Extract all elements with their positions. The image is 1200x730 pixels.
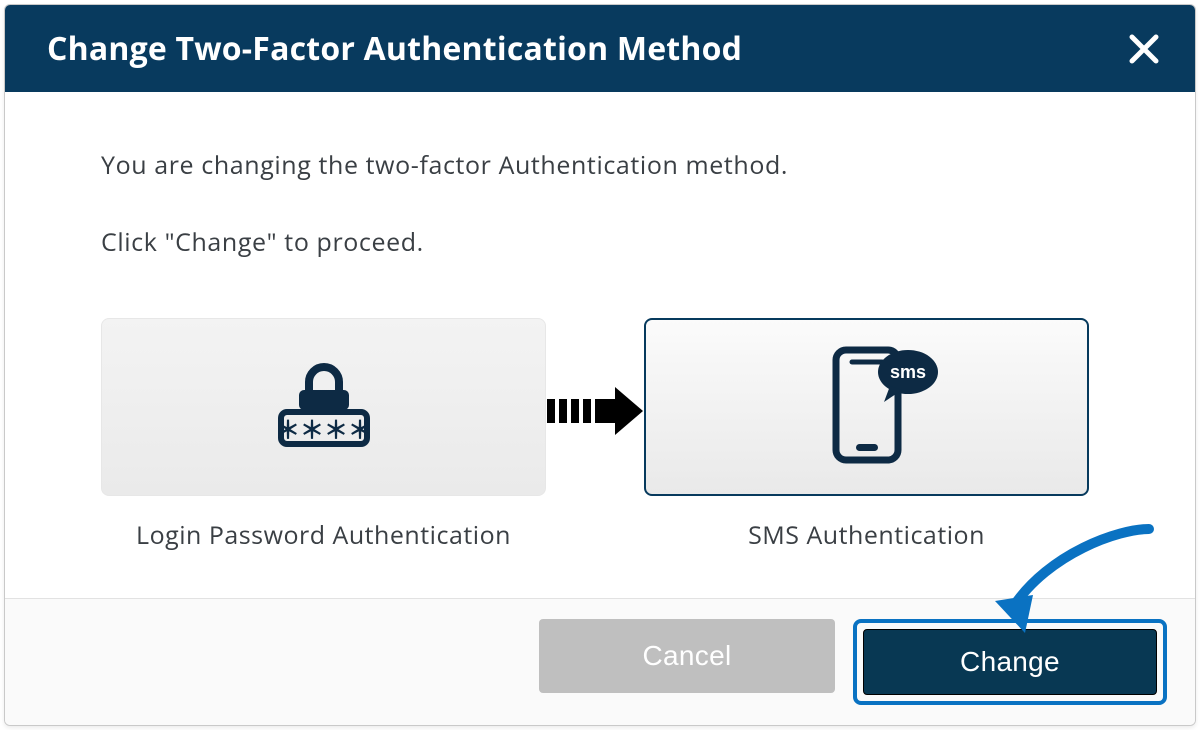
method-current-label: Login Password Authentication — [136, 518, 511, 552]
arrow-right-icon — [547, 385, 643, 442]
method-current: ＊＊＊＊ Login Password Authentication — [101, 318, 546, 552]
modal-body: You are changing the two-factor Authenti… — [5, 92, 1195, 598]
method-row: ＊＊＊＊ Login Password Authentication — [101, 318, 1099, 552]
close-icon[interactable] — [1129, 34, 1159, 64]
method-new-card: sms — [644, 318, 1089, 496]
modal-footer: Cancel Change — [5, 598, 1195, 725]
transition-arrow — [546, 385, 644, 442]
method-new: sms SMS Authentication — [644, 318, 1089, 552]
body-text-1: You are changing the two-factor Authenti… — [101, 148, 1099, 183]
modal-header: Change Two-Factor Authentication Method — [5, 5, 1195, 92]
svg-text:＊＊＊＊: ＊＊＊＊ — [276, 417, 372, 444]
change-button[interactable]: Change — [863, 629, 1157, 695]
modal-title: Change Two-Factor Authentication Method — [47, 27, 742, 70]
change-2fa-modal: Change Two-Factor Authentication Method … — [4, 4, 1196, 726]
method-new-label: SMS Authentication — [748, 518, 985, 552]
change-button-highlight: Change — [853, 619, 1167, 705]
body-text-2: Click "Change" to proceed. — [101, 225, 1099, 260]
lock-password-icon: ＊＊＊＊ — [269, 350, 379, 465]
method-current-card: ＊＊＊＊ — [101, 318, 546, 496]
cancel-button[interactable]: Cancel — [539, 619, 835, 693]
sms-phone-icon: sms — [792, 340, 942, 475]
sms-badge-text: sms — [889, 362, 925, 382]
